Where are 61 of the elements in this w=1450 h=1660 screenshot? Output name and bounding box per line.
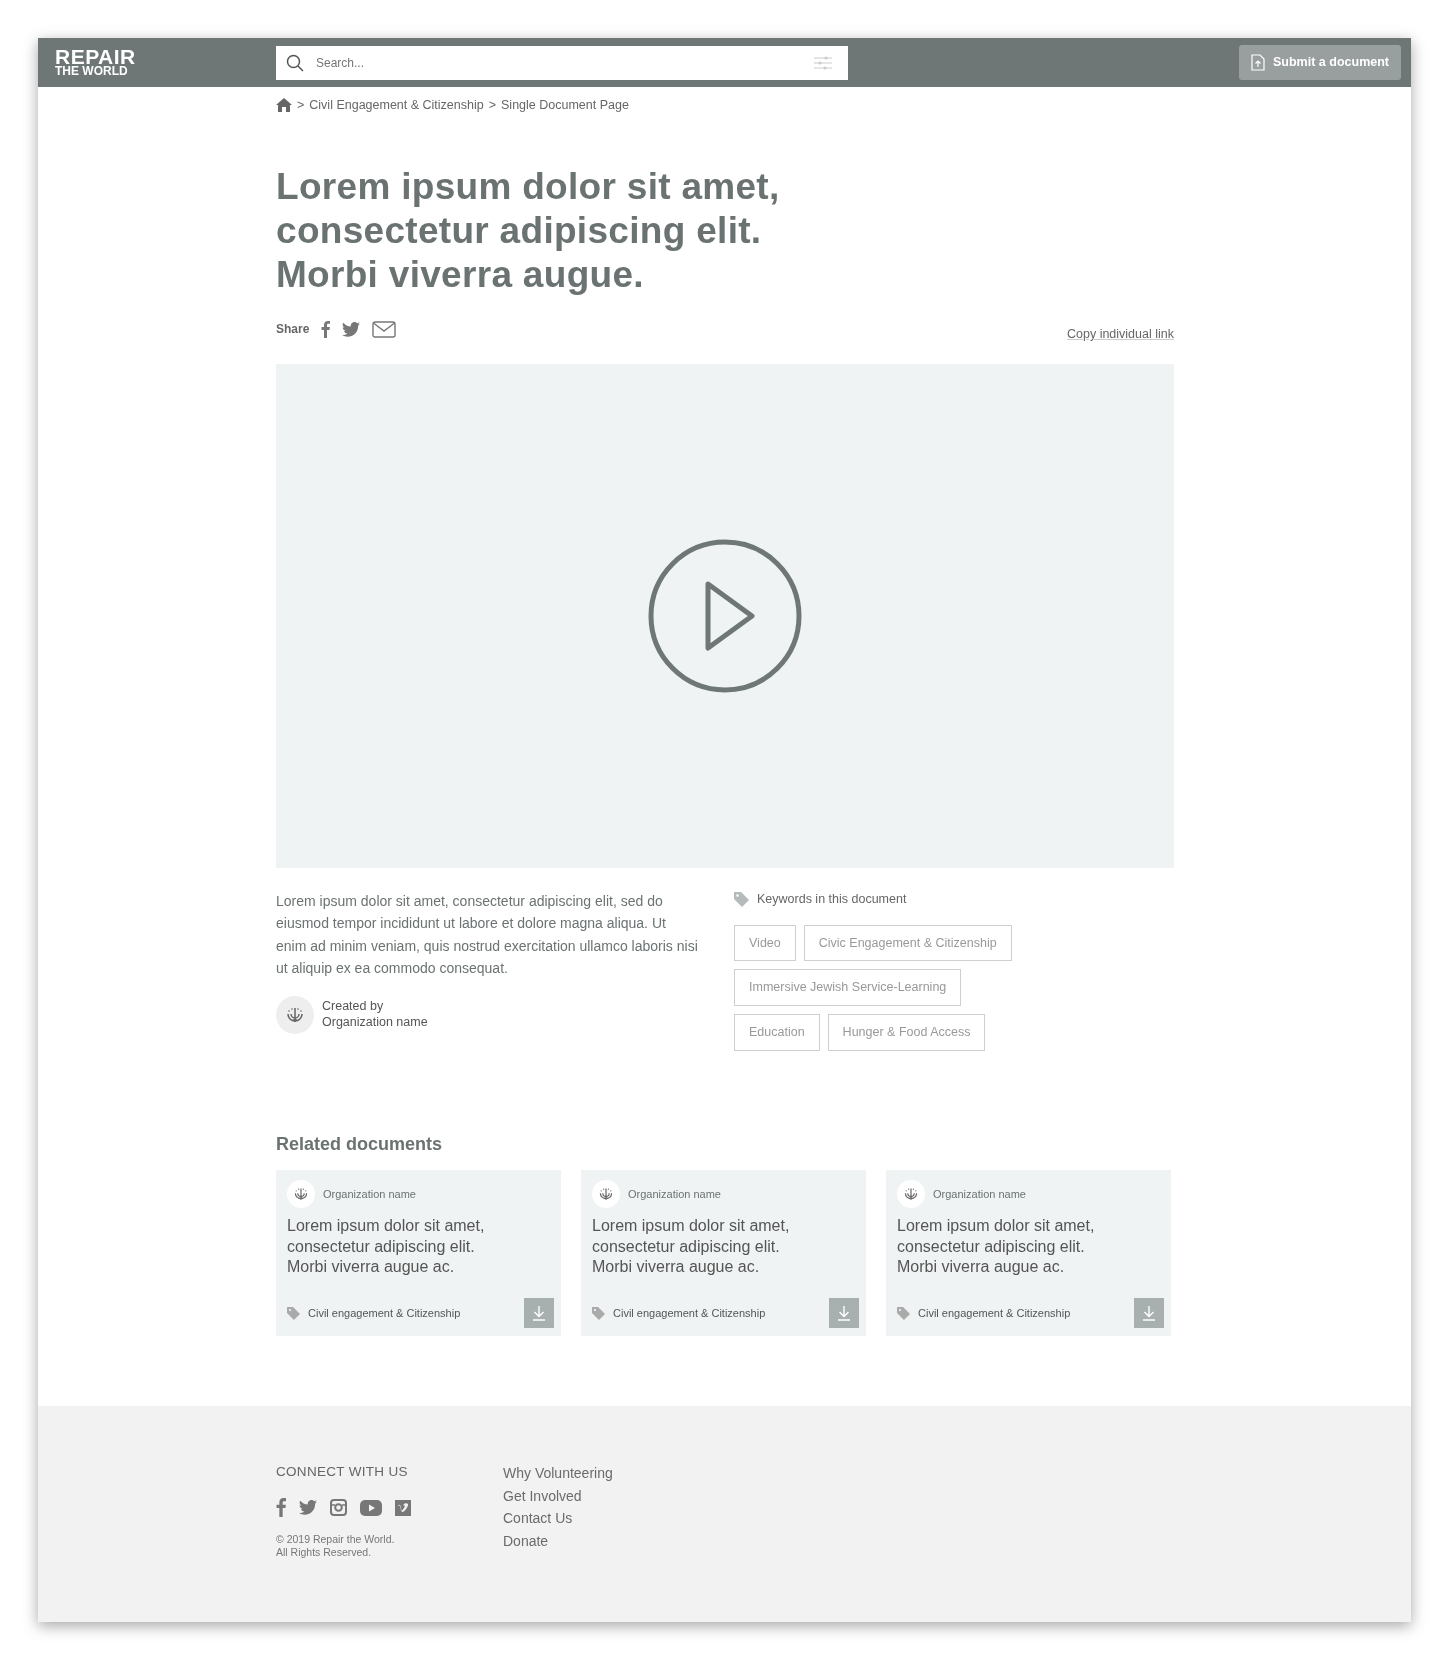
footer-link[interactable]: Get Involved [503, 1484, 582, 1507]
keywords-heading: Keywords in this document [757, 890, 907, 908]
organization-name: Organization name [933, 1187, 1026, 1203]
organization-name: Organization name [323, 1187, 416, 1203]
card-tag: Civil engagement & Citizenship [918, 1305, 1071, 1322]
breadcrumb-separator: > [297, 97, 305, 113]
tag-icon [897, 1306, 910, 1320]
keyword-tag[interactable]: Civic Engagement & Citizenship [803, 924, 1012, 962]
keyword-tag[interactable]: Education [734, 1014, 820, 1051]
document-card[interactable]: Organization name Lorem ipsum dolor sit amet, consectetur adipiscing elit. Morbi viverra augue ac. Civil engagement & Citizenship [581, 1170, 866, 1337]
upload-document-icon [1251, 54, 1265, 71]
card-title: Lorem ipsum dolor sit amet, consectetur adipiscing elit. Morbi viverra augue ac. [592, 1216, 791, 1278]
description-text: Lorem ipsum dolor sit amet, consectetur adipiscing elit, sed do eiusmod tempor incididunt ut labore et dolore magna aliqua. Ut enim ad minim veniam, quis nostrud exercitation ullamco laboris nisi ut aliquip ex ea commodo consequat. [276, 891, 698, 979]
breadcrumb-current: Single Document Page [501, 97, 629, 113]
download-icon [837, 1305, 851, 1322]
organization-name: Organization name [628, 1187, 721, 1203]
connect-heading: CONNECT WITH US [276, 1463, 409, 1481]
document-title: Lorem ipsum dolor sit amet, consectetur adipiscing elit. Morbi viverra augue. [276, 165, 781, 297]
youtube-icon[interactable] [360, 1499, 382, 1516]
logo[interactable]: REPAIR THE WORLD [55, 48, 276, 77]
created-by-label: Created by [322, 999, 385, 1015]
organization-avatar [287, 1180, 315, 1209]
footer-link[interactable]: Donate [503, 1529, 549, 1552]
breadcrumb-separator: > [488, 97, 496, 113]
tag-icon [287, 1306, 300, 1320]
submit-document-button[interactable]: Submit a document [1239, 45, 1401, 80]
facebook-icon[interactable] [276, 1498, 286, 1518]
facebook-icon[interactable] [321, 320, 331, 338]
search-icon [286, 53, 304, 72]
copyright-text: © 2019 Repair the World. All Rights Reserved. [276, 1533, 396, 1560]
twitter-icon[interactable] [342, 321, 361, 337]
organization-avatar [276, 995, 314, 1034]
download-icon [1142, 1305, 1156, 1322]
vimeo-icon[interactable] [395, 1499, 411, 1516]
organization-avatar [592, 1180, 620, 1209]
email-icon[interactable] [372, 320, 397, 338]
keyword-tag[interactable]: Video [734, 924, 796, 962]
play-icon[interactable] [648, 538, 802, 693]
instagram-icon[interactable] [330, 1499, 347, 1517]
footer-link[interactable]: Why Volunteering [503, 1462, 613, 1485]
card-tag: Civil engagement & Citizenship [613, 1305, 766, 1322]
tag-icon [592, 1306, 605, 1320]
document-card[interactable]: Organization name Lorem ipsum dolor sit amet, consectetur adipiscing elit. Morbi viverra augue ac. Civil engagement & Citizenship [886, 1170, 1171, 1337]
copy-link[interactable]: Copy individual link [1067, 325, 1174, 344]
twitter-icon[interactable] [299, 1500, 317, 1516]
card-tag: Civil engagement & Citizenship [308, 1305, 461, 1322]
share-label: Share [276, 321, 310, 339]
card-title: Lorem ipsum dolor sit amet, consectetur adipiscing elit. Morbi viverra augue ac. [287, 1216, 486, 1278]
card-title: Lorem ipsum dolor sit amet, consectetur adipiscing elit. Morbi viverra augue ac. [897, 1216, 1096, 1278]
home-icon[interactable] [276, 98, 292, 112]
organization-avatar [897, 1180, 925, 1209]
organization-name: Organization name [322, 1014, 428, 1031]
keyword-tag[interactable]: Immersive Jewish Service-Learning [734, 969, 962, 1006]
download-icon [532, 1305, 546, 1322]
keyword-tag[interactable]: Hunger & Food Access [827, 1014, 986, 1051]
tag-icon [734, 891, 749, 907]
breadcrumb-link[interactable]: Civil Engagement & Citizenship [309, 97, 484, 113]
search-field[interactable]: Search... [276, 45, 848, 80]
footer-link[interactable]: Contact Us [503, 1507, 573, 1530]
related-heading: Related documents [276, 1133, 444, 1156]
document-card[interactable]: Organization name Lorem ipsum dolor sit amet, consectetur adipiscing elit. Morbi viverra augue ac. Civil engagement & Citizenship [276, 1170, 561, 1337]
